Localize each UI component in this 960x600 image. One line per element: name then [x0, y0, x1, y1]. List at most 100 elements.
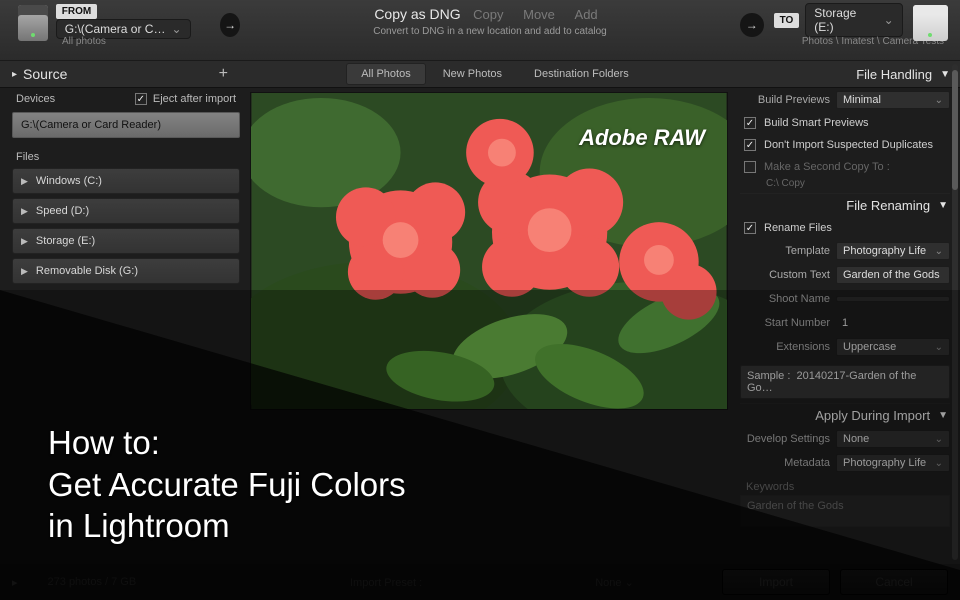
keywords-input[interactable]: Garden of the Gods: [740, 495, 950, 527]
sample-label: Sample :: [747, 370, 790, 382]
add-source-icon[interactable]: +: [219, 65, 228, 83]
metadata-value: Photography Life: [843, 457, 926, 469]
scrollbar-thumb[interactable]: [952, 70, 958, 190]
tab-destination[interactable]: Destination Folders: [519, 63, 644, 85]
mode-move[interactable]: Move: [523, 7, 555, 22]
sample-filename: Sample : 20140217-Garden of the Go…: [740, 365, 950, 399]
chevron-right-icon: ▶: [21, 236, 28, 247]
devices-label: Devices: [16, 93, 55, 105]
metadata-label: Metadata: [740, 457, 836, 469]
bottombar: ▸ 273 photos / 7 GB Import Preset : None…: [0, 564, 960, 600]
file-handling-header[interactable]: File Handling ▼: [750, 61, 960, 87]
photo-thumbnail: [251, 93, 727, 409]
shoot-name-input[interactable]: [836, 296, 950, 302]
no-dupes-checkbox[interactable]: ✓: [744, 139, 756, 151]
smart-previews-label: Build Smart Previews: [764, 117, 869, 129]
custom-text-label: Custom Text: [740, 269, 836, 281]
tab-new-photos[interactable]: New Photos: [428, 63, 517, 85]
right-scrollbar[interactable]: [952, 64, 958, 560]
build-previews-value: Minimal: [843, 94, 881, 106]
source-drive-icon: [18, 5, 48, 41]
metadata-dropdown[interactable]: Photography Life⌄: [836, 454, 950, 472]
forward-arrow-button[interactable]: →: [220, 13, 240, 37]
chevron-down-icon: ⌄: [935, 95, 943, 106]
template-dropdown[interactable]: Photography Life ⌄: [836, 242, 950, 260]
topbar-center: Copy as DNG Copy Move Add Convert to DNG…: [250, 0, 730, 37]
template-value: Photography Life: [843, 245, 926, 257]
file-renaming-label: File Renaming: [846, 198, 930, 213]
apply-during-import-header[interactable]: Apply During Import▼: [740, 403, 950, 427]
drive-label: Windows (C:): [36, 175, 102, 187]
preset-label: Import Preset :: [350, 577, 422, 589]
chevron-down-icon: ⌄: [625, 577, 634, 589]
right-panel: Build Previews Minimal ⌄ ✓ Build Smart Pre…: [740, 88, 950, 564]
chevron-right-icon: ▶: [21, 266, 28, 277]
cancel-button[interactable]: Cancel: [840, 569, 948, 595]
file-handling-label: File Handling: [856, 67, 932, 82]
tab-all-photos[interactable]: All Photos: [346, 63, 426, 85]
disclosure-triangle-icon: ▼: [938, 200, 948, 211]
drive-row[interactable]: ▶ Removable Disk (G:): [12, 258, 240, 284]
disclosure-triangle-icon: ▸: [12, 69, 17, 80]
extensions-dropdown[interactable]: Uppercase ⌄: [836, 338, 950, 356]
develop-settings-value: None: [843, 433, 869, 445]
file-renaming-header[interactable]: File Renaming ▼: [740, 193, 950, 217]
second-copy-checkbox[interactable]: [744, 161, 756, 173]
custom-text-value: Garden of the Gods: [843, 269, 940, 281]
drive-label: Storage (E:): [36, 235, 95, 247]
preview-area[interactable]: Adobe RAW: [250, 92, 728, 410]
chevron-right-icon: ▶: [21, 206, 28, 217]
extensions-label: Extensions: [740, 341, 836, 353]
left-panel: Devices ✓ Eject after import G:\(Camera …: [12, 88, 240, 564]
start-number-label: Start Number: [740, 317, 836, 329]
source-panel-header[interactable]: ▸ Source +: [0, 61, 240, 87]
eject-label: Eject after import: [153, 93, 236, 105]
rename-files-label: Rename Files: [764, 222, 832, 234]
chevron-right-icon: ▶: [21, 176, 28, 187]
devices-row: Devices ✓ Eject after import: [12, 88, 240, 110]
develop-settings-dropdown[interactable]: None ⌄: [836, 430, 950, 448]
import-mode-title[interactable]: Copy as DNG: [374, 6, 460, 22]
import-button[interactable]: Import: [722, 569, 830, 595]
chevron-down-icon: ⌄: [935, 246, 943, 257]
import-status: 273 photos / 7 GB: [48, 576, 137, 588]
files-label: Files: [16, 151, 39, 163]
rename-files-checkbox[interactable]: ✓: [744, 222, 756, 234]
mode-add[interactable]: Add: [575, 7, 598, 22]
center-tabs: All Photos New Photos Destination Folder…: [240, 61, 750, 87]
drive-row[interactable]: ▶ Windows (C:): [12, 168, 240, 194]
start-number-value[interactable]: 1: [836, 315, 950, 331]
build-previews-label: Build Previews: [740, 94, 836, 106]
keywords-label: Keywords: [740, 481, 950, 493]
drive-row[interactable]: ▶ Speed (D:): [12, 198, 240, 224]
to-path-dropdown[interactable]: Storage (E:) ⌄: [805, 3, 902, 37]
apply-head-label: Apply During Import: [815, 408, 930, 423]
build-previews-dropdown[interactable]: Minimal ⌄: [836, 91, 950, 109]
dest-drive-icon: [913, 5, 948, 41]
chevron-down-icon: ⌄: [884, 13, 894, 27]
eject-checkbox[interactable]: ✓: [135, 93, 147, 105]
lightroom-import-window: FROM G:\(Camera or C… ⌄ → All photos Cop…: [0, 0, 960, 600]
to-badge: TO: [774, 13, 800, 28]
tabbar: ▸ Source + All Photos New Photos Destina…: [0, 60, 960, 88]
template-label: Template: [740, 245, 836, 257]
to-arrow-button[interactable]: →: [740, 13, 764, 37]
import-preset[interactable]: Import Preset : None ⌄: [350, 576, 634, 589]
chevron-down-icon: ⌄: [935, 434, 943, 445]
bottombar-chevron-icon[interactable]: ▸: [12, 576, 18, 589]
second-copy-path: C:\ Copy: [740, 178, 950, 189]
drive-row[interactable]: ▶ Storage (E:): [12, 228, 240, 254]
topbar: FROM G:\(Camera or C… ⌄ → All photos Cop…: [0, 0, 960, 60]
mode-copy[interactable]: Copy: [473, 7, 503, 22]
drive-label: Speed (D:): [36, 205, 89, 217]
extensions-value: Uppercase: [843, 341, 896, 353]
chevron-down-icon: ⌄: [935, 342, 943, 353]
smart-previews-checkbox[interactable]: ✓: [744, 117, 756, 129]
custom-text-input[interactable]: Garden of the Gods: [836, 266, 950, 284]
from-subcaption: All photos: [62, 36, 250, 47]
preset-value: None: [595, 577, 621, 589]
source-label: Source: [23, 66, 219, 82]
device-item[interactable]: G:\(Camera or Card Reader): [12, 112, 240, 138]
drive-label: Removable Disk (G:): [36, 265, 138, 277]
disclosure-triangle-icon: ▼: [940, 69, 950, 80]
